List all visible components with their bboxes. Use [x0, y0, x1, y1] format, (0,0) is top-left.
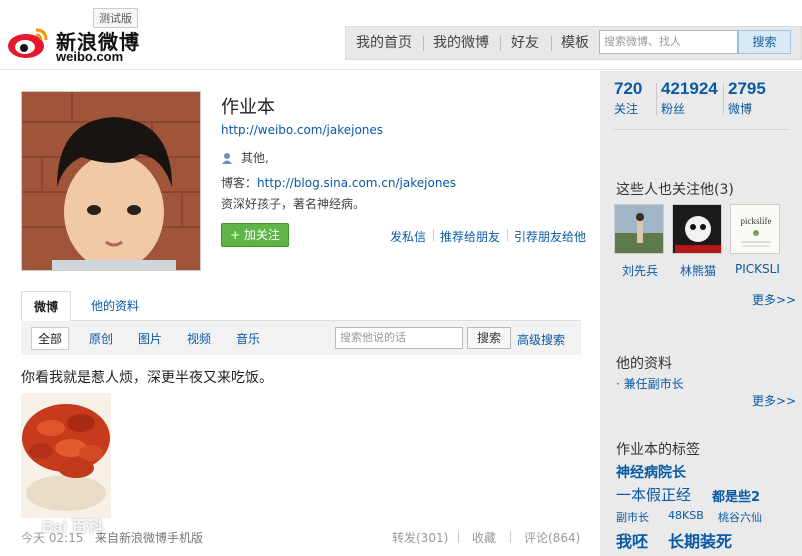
profile-tabs: 微博 他的资料 — [21, 291, 581, 321]
crayfish-image — [21, 393, 111, 518]
send-message-link[interactable]: 发私信 — [390, 228, 426, 245]
beta-badge: 测试版 — [93, 8, 138, 28]
tags-title: 作业本的标签 — [616, 442, 700, 458]
follower-photo — [673, 205, 721, 253]
nav-home[interactable]: 我的首页 — [356, 27, 412, 59]
stat-divider — [723, 83, 724, 115]
tag-1[interactable]: 神经病院长 — [616, 462, 686, 482]
profile-location-text: 其他, — [241, 151, 269, 165]
tab-profile-info[interactable]: 他的资料 — [79, 291, 151, 321]
post-text: 你看我就是惹人烦，深更半夜又来吃饭。 — [21, 370, 273, 386]
nav-templates[interactable]: 模板 — [561, 27, 589, 59]
followers-label[interactable]: 粉丝 — [661, 100, 685, 117]
comment-link[interactable]: 评论(864) — [524, 529, 580, 546]
post-source: 来自新浪微博手机版 — [95, 531, 204, 545]
tag-8[interactable]: 长期装死 — [668, 528, 732, 552]
profile-url[interactable]: http://weibo.com/jakejones — [221, 123, 383, 137]
profile-intro: 资深好孩子，著名神经病。 — [221, 197, 366, 211]
repost-link[interactable]: 转发(301) — [392, 529, 448, 546]
filter-video[interactable]: 视频 — [187, 330, 211, 347]
avatar[interactable] — [21, 91, 201, 271]
meta-divider — [458, 531, 459, 543]
follower-avatar-1[interactable] — [614, 204, 664, 254]
nav-divider — [500, 36, 501, 51]
profile-blog: 博客：http://blog.sina.com.cn/jakejones — [221, 174, 456, 191]
feed-search-button[interactable]: 搜索 — [467, 327, 511, 349]
sidebar: 720 关注 421924 粉丝 2795 微博 这些人也关注他(3) pick… — [600, 71, 802, 556]
also-follow-title: 这些人也关注他(3) — [616, 182, 734, 198]
posts-label[interactable]: 微博 — [728, 100, 752, 117]
tag-5[interactable]: 48KSB — [668, 509, 704, 522]
advanced-search-link[interactable]: 高级搜索 — [517, 331, 565, 348]
tag-3[interactable]: 都是些2 — [712, 486, 760, 505]
stat-divider-line — [614, 129, 790, 130]
filter-original[interactable]: 原创 — [89, 330, 113, 347]
follower-name-2[interactable]: 林熊猫 — [680, 262, 716, 279]
profile-name: 作业本 — [221, 97, 275, 118]
tab-weibo[interactable]: 微博 — [21, 291, 72, 321]
favorite-link[interactable]: 收藏 — [472, 529, 496, 546]
action-divider — [507, 229, 508, 241]
recommend-link[interactable]: 推荐给朋友 — [440, 228, 500, 245]
nav-divider — [423, 36, 424, 51]
top-bar: 新浪微博 weibo.com 测试版 我的首页 我的微博 好友 模板 搜索微博、… — [0, 0, 802, 70]
meta-divider — [510, 531, 511, 543]
blog-label: 博客： — [221, 176, 258, 190]
logo-text-en: weibo.com — [56, 49, 124, 64]
followers-count[interactable]: 421924 — [661, 79, 718, 99]
posts-count[interactable]: 2795 — [728, 79, 766, 99]
nav-divider — [551, 36, 552, 51]
more-info-link[interactable]: 更多>> — [752, 392, 796, 409]
follower-avatar-3[interactable]: pickslife — [730, 204, 780, 254]
info-item-text: 兼任副市长 — [623, 377, 684, 391]
follower-photo — [615, 205, 663, 253]
tag-7[interactable]: 我呸 — [616, 528, 648, 552]
tag-4[interactable]: 副市长 — [616, 509, 649, 525]
search-input[interactable]: 搜索微博、找人 — [599, 30, 738, 54]
profile-location: 其他, — [221, 149, 269, 166]
nav-friends[interactable]: 好友 — [511, 27, 539, 59]
search-button[interactable]: 搜索 — [738, 30, 791, 54]
main-content: 作业本 http://weibo.com/jakejones 其他, 博客：ht… — [0, 71, 600, 556]
tag-2[interactable]: 一本假正经 — [616, 484, 691, 505]
filter-images[interactable]: 图片 — [138, 330, 162, 347]
introduce-friends-link[interactable]: 引荐朋友给他 — [514, 228, 586, 245]
bullet-icon: · — [616, 377, 620, 391]
nav-my-weibo[interactable]: 我的微博 — [433, 27, 489, 59]
follower-avatar-2[interactable] — [672, 204, 722, 254]
blog-link[interactable]: http://blog.sina.com.cn/jakejones — [257, 176, 456, 190]
filter-all[interactable]: 全部 — [31, 327, 70, 350]
stat-divider — [656, 83, 657, 115]
filter-music[interactable]: 音乐 — [236, 330, 260, 347]
info-title: 他的资料 — [616, 356, 672, 372]
feed-search-input[interactable]: 搜索他说的话 — [335, 327, 463, 349]
user-icon — [221, 152, 233, 164]
action-divider — [433, 229, 434, 241]
pickslife-logo-text: pickslife — [741, 216, 772, 226]
following-label[interactable]: 关注 — [614, 100, 638, 117]
tag-6[interactable]: 桃谷六仙 — [718, 509, 762, 525]
follow-button[interactable]: + 加关注 — [221, 223, 289, 247]
avatar-image — [22, 92, 200, 270]
follower-name-3[interactable]: PICKSLI — [735, 262, 780, 276]
follower-photo: pickslife — [731, 205, 779, 253]
following-count[interactable]: 720 — [614, 79, 642, 99]
post-time: 今天 02:15 — [21, 531, 84, 545]
weibo-eye-icon — [8, 28, 48, 58]
more-follow-link[interactable]: 更多>> — [752, 291, 796, 308]
post-image[interactable] — [21, 393, 111, 518]
follower-name-1[interactable]: 刘先兵 — [622, 262, 658, 279]
info-item: · 兼任副市长 — [616, 375, 684, 392]
